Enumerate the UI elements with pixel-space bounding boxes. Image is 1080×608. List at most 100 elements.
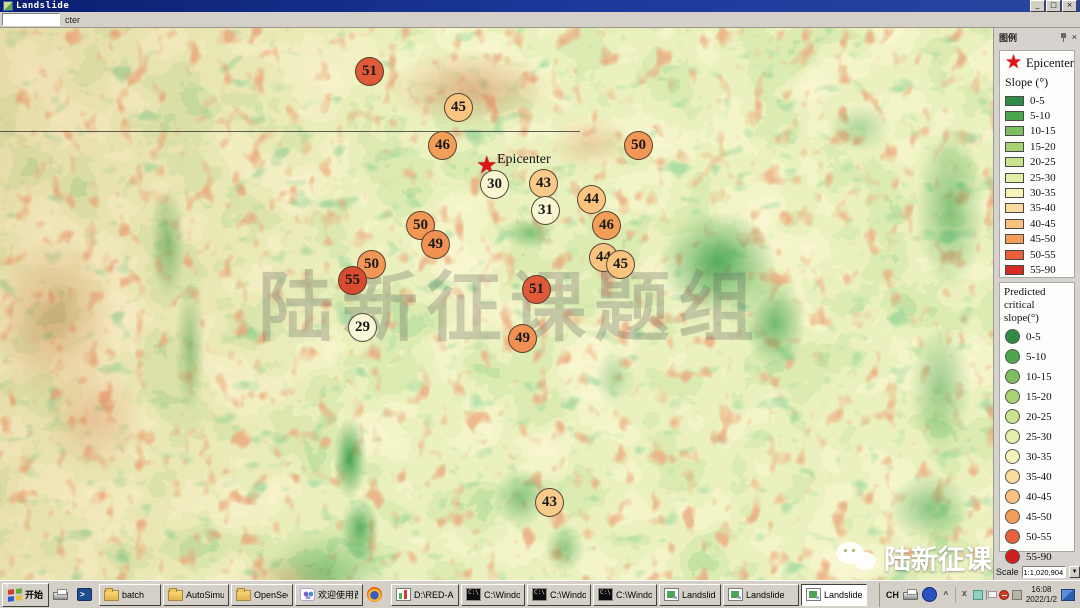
clock[interactable]: 16:08 2022/1/2 — [1026, 585, 1057, 604]
taskbar-item-welcome-app[interactable]: 欢迎使用西... — [295, 584, 363, 606]
legend-class-label: 10-15 — [1026, 371, 1052, 383]
map-icon — [806, 588, 821, 601]
taskbar-item-cmd-window-2[interactable]: C:\Windows... — [527, 584, 591, 606]
legend-class-row: 45-50 — [1000, 507, 1074, 527]
slope-marker[interactable]: 45 — [606, 250, 635, 279]
legend-class-row: 5-10 — [1000, 108, 1074, 123]
clock-date: 2022/1/2 — [1026, 595, 1057, 604]
legend-class-row: 50-55 — [1000, 247, 1074, 262]
chevron-up-icon[interactable]: ^ — [941, 588, 951, 601]
legend-dot — [1005, 329, 1020, 344]
legend-class-label: 55-90 — [1030, 264, 1056, 276]
legend-swatch — [1005, 234, 1024, 244]
close-button[interactable]: × — [1062, 0, 1077, 12]
slope-marker[interactable]: 43 — [535, 488, 564, 517]
taskbar-item-landslide-active[interactable]: Landslide — [801, 584, 867, 606]
legend-swatch — [1005, 250, 1024, 260]
taskbar-item-landslide-1[interactable]: Landslide — [659, 584, 721, 606]
legend-swatch — [1005, 173, 1024, 183]
legend-class-label: 20-25 — [1026, 411, 1052, 423]
tray-x-icon[interactable] — [960, 590, 970, 600]
cmd-icon — [598, 588, 613, 601]
slope-marker[interactable]: 50 — [624, 131, 653, 160]
legend-class-row: 40-45 — [1000, 216, 1074, 231]
legend-class-row: 55-90 — [1000, 547, 1074, 567]
start-button[interactable]: 开始 — [2, 583, 49, 607]
molecule-icon — [300, 588, 315, 601]
legend-class-label: 15-20 — [1030, 141, 1056, 153]
slope-marker[interactable]: 44 — [577, 185, 606, 214]
legend-swatch — [1005, 111, 1024, 121]
legend-swatch — [1005, 219, 1024, 229]
legend-epicenter-label: Epicenter — [1026, 56, 1074, 71]
windows-flag-icon — [8, 588, 22, 601]
scale-input[interactable]: 1:1,020,904 — [1022, 566, 1067, 578]
maximize-button[interactable]: □ — [1046, 0, 1061, 12]
taskbar-item-folder-autosimula[interactable]: AutoSimula... — [163, 584, 229, 606]
slope-marker[interactable]: 46 — [592, 211, 621, 240]
slope-marker[interactable]: 49 — [421, 230, 450, 259]
legend-class-label: 35-40 — [1030, 202, 1056, 214]
legend-dot — [1005, 549, 1020, 564]
language-indicator[interactable]: CH — [886, 590, 899, 600]
legend-class-row: 55-90 — [1000, 262, 1074, 277]
powershell-icon — [77, 588, 92, 601]
legend-class-label: 25-30 — [1030, 172, 1056, 184]
slope-marker[interactable]: 49 — [508, 324, 537, 353]
slope-marker[interactable]: 45 — [444, 93, 473, 122]
tray-printer-icon[interactable] — [903, 592, 918, 600]
taskbar-item-printer[interactable] — [51, 584, 73, 606]
legend-class-label: 50-55 — [1030, 249, 1056, 261]
taskbar-item-firefox[interactable] — [365, 584, 389, 606]
toolbar-combobox[interactable] — [2, 13, 60, 26]
taskbar-item-cmd-window-3[interactable]: C:\Windows... — [593, 584, 657, 606]
scale-dropdown-icon[interactable]: ▼ — [1069, 566, 1080, 578]
legend-panel: 图例 × ★ Epicenter Slope (°) 0-55-1010-151… — [993, 28, 1080, 580]
legend-panel-title: 图例 — [999, 31, 1017, 44]
legend-class-row: 15-20 — [1000, 387, 1074, 407]
taskbar-item-folder-opensees[interactable]: OpenSees — [231, 584, 293, 606]
slope-marker[interactable]: 30 — [480, 170, 509, 199]
taskbar-item-cmd-window-1[interactable]: C:\Windows... — [461, 584, 525, 606]
minimize-button[interactable]: _ — [1030, 0, 1045, 12]
legend-class-row: 40-45 — [1000, 487, 1074, 507]
legend-dot — [1005, 429, 1020, 444]
taskbar-item-powershell[interactable] — [75, 584, 97, 606]
legend-class-label: 55-90 — [1026, 551, 1052, 563]
wechat-icon — [836, 540, 878, 576]
slope-marker[interactable]: 55 — [338, 266, 367, 295]
printer-icon — [53, 592, 68, 600]
legend-class-label: 20-25 — [1030, 156, 1056, 168]
legend-class-row: 20-25 — [1000, 155, 1074, 170]
tray-red-mute-icon[interactable] — [999, 590, 1009, 600]
legend-dot — [1005, 409, 1020, 424]
taskbar-item-landslide-2[interactable]: Landslide — [723, 584, 799, 606]
window-title: Landslide — [16, 1, 69, 11]
tray-blue-flag-icon[interactable] — [1061, 589, 1075, 601]
taskbar-item-label: Landslide — [824, 590, 862, 600]
slope-marker[interactable]: 43 — [529, 169, 558, 198]
legend-class-label: 30-35 — [1030, 187, 1056, 199]
scale-label: Scale — [996, 567, 1019, 577]
legend-class-row: 5-10 — [1000, 347, 1074, 367]
toolbar-partial-text: cter — [65, 15, 80, 25]
slope-legend: ★ Epicenter Slope (°) 0-55-1010-1515-202… — [999, 50, 1075, 278]
slope-marker[interactable]: 29 — [348, 313, 377, 342]
tray-green-app-icon[interactable] — [973, 590, 983, 600]
taskbar-item-red-act[interactable]: D:\RED-ACT... — [391, 584, 459, 606]
slope-marker[interactable]: 31 — [531, 196, 560, 225]
tray-help-globe-icon[interactable] — [922, 587, 937, 602]
tray-speaker-icon[interactable] — [1012, 590, 1022, 600]
pin-icon[interactable] — [1060, 33, 1067, 42]
taskbar-item-label: Landslide — [746, 590, 785, 600]
map-canvas[interactable]: 陆新征课题组 ★ Epicenter 514546504330443150464… — [0, 28, 993, 580]
slope-marker[interactable]: 51 — [355, 57, 384, 86]
slope-marker[interactable]: 46 — [428, 131, 457, 160]
legend-class-label: 45-50 — [1026, 511, 1052, 523]
tray-flag-icon[interactable] — [986, 590, 996, 600]
app-window: Landslide _ □ × cter — [0, 0, 1080, 608]
taskbar-item-folder-batch[interactable]: batch — [99, 584, 161, 606]
legend-close-icon[interactable]: × — [1072, 33, 1077, 42]
legend-dot — [1005, 349, 1020, 364]
slope-marker[interactable]: 51 — [522, 275, 551, 304]
